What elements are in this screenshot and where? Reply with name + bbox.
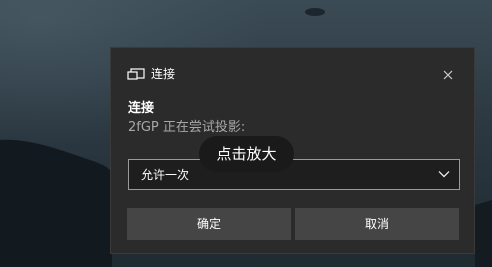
confirm-button[interactable]: 确定 (127, 208, 291, 240)
permission-select[interactable]: 允许一次 (128, 159, 460, 190)
zoom-tooltip: 点击放大 (199, 136, 294, 172)
close-x-icon (443, 70, 453, 80)
dialog-header: 连接 (111, 48, 474, 100)
dialog-header-title: 连接 (151, 67, 176, 81)
chevron-down-icon (438, 171, 450, 178)
cast-screen-icon (127, 68, 145, 80)
permission-select-value: 允许一次 (141, 168, 190, 182)
close-button[interactable] (438, 65, 458, 85)
cancel-button[interactable]: 取消 (295, 208, 459, 240)
dialog-body-title: 连接 (128, 101, 155, 116)
dialog-description: 2fGP 正在尝试投影: (128, 120, 246, 135)
